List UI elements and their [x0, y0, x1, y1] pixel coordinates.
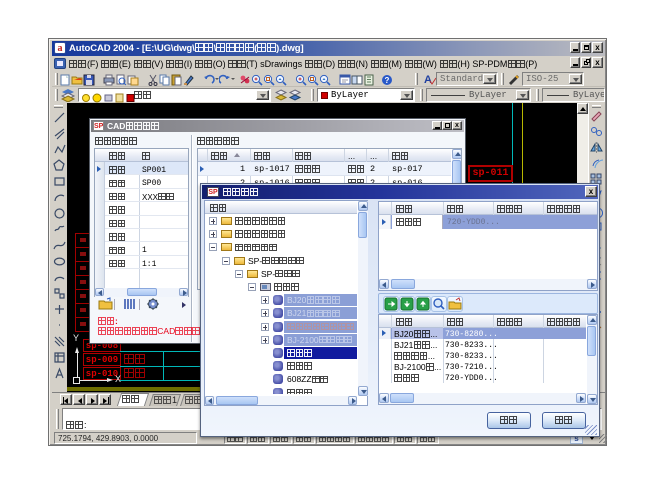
svg-text:A: A	[424, 74, 432, 86]
svg-text:?: ?	[385, 76, 390, 85]
